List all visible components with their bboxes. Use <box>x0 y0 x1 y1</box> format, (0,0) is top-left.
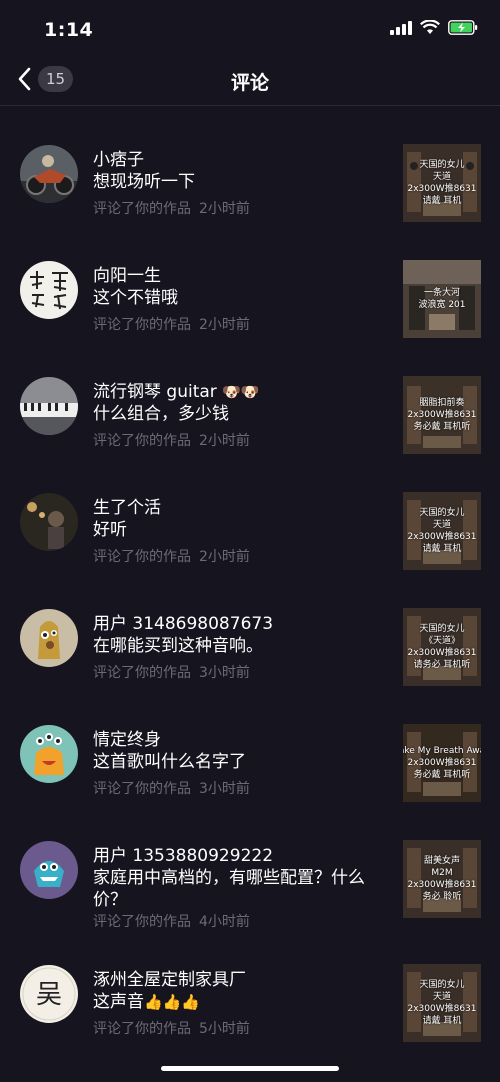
home-indicator[interactable] <box>161 1066 339 1071</box>
avatar[interactable] <box>20 493 78 551</box>
comment-time: 3小时前 <box>199 781 250 797</box>
comment-item[interactable]: 向阳一生 这个不错哦 评论了你的作品 2小时前 一条大河 波浪宽 201 <box>0 223 500 339</box>
thumbnail-caption: 甜美女声 M2M 2x300W推8631 务必 聆听 <box>407 856 477 902</box>
avatar[interactable] <box>20 261 78 319</box>
comment-meta: 评论了你的作品 5小时前 <box>93 1018 250 1038</box>
comment-text: 家庭用中高档的，有哪些配置？什么价？ <box>93 868 365 910</box>
comment-text: 什么组合，多少钱 <box>93 404 229 424</box>
comment-action: 评论了你的作品 <box>93 1021 191 1037</box>
comment-item[interactable]: 情定终身 这首歌叫什么名字了 评论了你的作品 3小时前 ake My Breath… <box>0 687 500 803</box>
commenter-name[interactable]: 情定终身 <box>93 725 161 750</box>
avatar[interactable] <box>20 609 78 667</box>
comment-time: 2小时前 <box>199 549 250 565</box>
thumbnail-caption: 天国的女儿 天道 2x300W推8631 请戴 耳机 <box>407 508 477 554</box>
thumbnail-caption: 天国的女儿 天道 2x300W推8631 请戴 耳机 <box>407 980 477 1026</box>
video-thumbnail[interactable]: 一条大河 波浪宽 201 <box>403 260 481 338</box>
comment-action: 评论了你的作品 <box>93 781 191 797</box>
comment-item[interactable]: 用户 1353880929222 家庭用中高档的，有哪些配置？什么价？ 评论了你… <box>0 803 500 930</box>
comment-time: 3小时前 <box>199 665 250 681</box>
comment-list: 小痞子 想现场听一下 评论了你的作品 2小时前 天国的女儿 天道 2x300W推863… <box>0 107 500 1043</box>
thumbnail-caption: 天国的女儿 《天道》 2x300W推8631 请务必 耳机听 <box>407 624 477 670</box>
comment-meta: 评论了你的作品 2小时前 <box>93 198 250 218</box>
comment-meta: 评论了你的作品 2小时前 <box>93 430 250 450</box>
avatar[interactable] <box>20 841 78 899</box>
comment-time: 2小时前 <box>199 201 250 217</box>
comment-text: 这个不错哦 <box>93 288 178 308</box>
status-icons <box>390 20 478 35</box>
commenter-name[interactable]: 流行钢琴 guitar 🐶🐶 <box>93 377 260 402</box>
comment-text: 这声音👍👍👍 <box>93 992 201 1012</box>
commenter-name[interactable]: 小痞子 <box>93 145 144 170</box>
comment-item[interactable]: 小痞子 想现场听一下 评论了你的作品 2小时前 天国的女儿 天道 2x300W推863… <box>0 107 500 223</box>
comment-time: 5小时前 <box>199 1021 250 1037</box>
comment-text: 想现场听一下 <box>93 172 195 192</box>
commenter-name[interactable]: 向阳一生 <box>93 261 161 286</box>
video-thumbnail[interactable]: 天国的女儿 《天道》 2x300W推8631 请务必 耳机听 <box>403 608 481 686</box>
wifi-icon <box>420 20 440 34</box>
svg-text:吴: 吴 <box>36 980 62 1010</box>
thumbnail-caption: 一条大河 波浪宽 201 <box>418 288 466 310</box>
status-time: 1:14 <box>44 19 94 41</box>
commenter-name[interactable]: 用户 1353880929222 <box>93 841 273 866</box>
comment-text: 好听 <box>93 520 127 540</box>
commenter-name[interactable]: 用户 3148698087673 <box>93 609 273 634</box>
comment-action: 评论了你的作品 <box>93 549 191 565</box>
comment-item[interactable]: 流行钢琴 guitar 🐶🐶 什么组合，多少钱 评论了你的作品 2小时前 胭脂扣前… <box>0 339 500 455</box>
commenter-name[interactable]: 生了个活 <box>93 493 161 518</box>
video-thumbnail[interactable]: 天国的女儿 天道 2x300W推8631 请戴 耳机 <box>403 492 481 570</box>
comment-action: 评论了你的作品 <box>93 433 191 449</box>
status-bar: 1:14 <box>0 0 500 58</box>
comment-time: 2小时前 <box>199 317 250 333</box>
avatar[interactable] <box>20 145 78 203</box>
comment-item[interactable]: 生了个活 好听 评论了你的作品 2小时前 天国的女儿 天道 2x300W推8631 请戴… <box>0 455 500 571</box>
comment-item[interactable]: 吴 涿州全屋定制家具厂 这声音👍👍👍 评论了你的作品 5小时前 天国的女儿 天道 2x… <box>0 927 500 1043</box>
name-emoji: 🐶🐶 <box>222 383 260 401</box>
commenter-name[interactable]: 涿州全屋定制家具厂 <box>93 965 246 990</box>
text-emoji: 👍👍👍 <box>144 993 201 1011</box>
video-thumbnail[interactable]: 天国的女儿 天道 2x300W推8631 请戴 耳机 <box>403 144 481 222</box>
comment-meta: 评论了你的作品 3小时前 <box>93 662 250 682</box>
avatar[interactable]: 吴 <box>20 965 78 1023</box>
comment-text: 在哪能买到这种音响。 <box>93 636 263 656</box>
comment-item[interactable]: 用户 3148698087673 在哪能买到这种音响。 评论了你的作品 3小时前 … <box>0 571 500 687</box>
comment-meta: 评论了你的作品 2小时前 <box>93 546 250 566</box>
comment-action: 评论了你的作品 <box>93 201 191 217</box>
video-thumbnail[interactable]: 甜美女声 M2M 2x300W推8631 务必 聆听 <box>403 840 481 918</box>
cellular-signal-icon <box>390 20 412 35</box>
battery-charging-icon <box>448 20 478 35</box>
page-title: 评论 <box>230 72 269 94</box>
comment-meta: 评论了你的作品 2小时前 <box>93 314 250 334</box>
nav-header: 15 评论 <box>0 58 500 106</box>
comment-meta: 评论了你的作品 3小时前 <box>93 778 250 798</box>
thumbnail-caption: ake My Breath Awa 2x300W推8631 务必戴 耳机听 <box>403 746 481 780</box>
comment-time: 2小时前 <box>199 433 250 449</box>
avatar[interactable] <box>20 377 78 435</box>
thumbnail-caption: 胭脂扣前奏 2x300W推8631 务必戴 耳机听 <box>407 398 477 432</box>
comment-action: 评论了你的作品 <box>93 317 191 333</box>
video-thumbnail[interactable]: 胭脂扣前奏 2x300W推8631 务必戴 耳机听 <box>403 376 481 454</box>
video-thumbnail[interactable]: 天国的女儿 天道 2x300W推8631 请戴 耳机 <box>403 964 481 1042</box>
video-thumbnail[interactable]: ake My Breath Awa 2x300W推8631 务必戴 耳机听 <box>403 724 481 802</box>
comment-text: 这首歌叫什么名字了 <box>93 752 246 772</box>
avatar[interactable] <box>20 725 78 783</box>
comment-action: 评论了你的作品 <box>93 665 191 681</box>
thumbnail-caption: 天国的女儿 天道 2x300W推8631 请戴 耳机 <box>407 160 477 206</box>
